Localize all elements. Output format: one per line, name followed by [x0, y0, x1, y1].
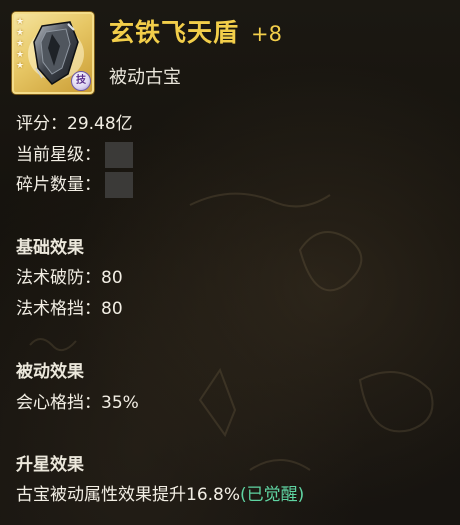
- passive-effects-heading: 被动效果: [16, 362, 84, 382]
- star-icon: ★: [16, 39, 25, 49]
- basic-effects-heading: 基础效果: [16, 238, 84, 258]
- awakened-status: (已觉醒): [240, 485, 305, 505]
- star-icon: ★: [16, 17, 25, 27]
- score-line: 评分： 29.48亿: [16, 112, 133, 136]
- effect-label: 会心格挡：: [16, 393, 101, 413]
- basic-effect-row: 法术破防： 80: [16, 266, 123, 290]
- fragments-line: 碎片数量：: [16, 172, 133, 198]
- item-name: 玄铁飞天盾: [109, 18, 240, 47]
- basic-effect-row: 法术格挡： 80: [16, 297, 123, 321]
- star-level-line: 当前星级：: [16, 142, 133, 168]
- star-level-label: 当前星级：: [16, 145, 101, 165]
- skill-badge: 技: [71, 71, 91, 91]
- star-icon: ★: [16, 61, 25, 71]
- star-icon: ★: [16, 50, 25, 60]
- item-tooltip-panel: ★ ★ ★ ★ ★ 技 玄铁飞天盾 +8 被动古宝 评分： 29.48亿 当前星…: [0, 0, 460, 525]
- effect-value: 80: [101, 268, 123, 288]
- effect-label: 法术格挡：: [16, 299, 101, 319]
- item-icon-frame[interactable]: ★ ★ ★ ★ ★ 技: [12, 12, 94, 94]
- score-value: 29.48亿: [67, 114, 133, 134]
- star-rating: ★ ★ ★ ★ ★: [16, 17, 24, 71]
- effect-value: 80: [101, 299, 123, 319]
- star-icon: ★: [16, 28, 25, 38]
- star-up-effect-text: 古宝被动属性效果提升16.8%: [16, 485, 241, 505]
- item-title-row: 玄铁飞天盾 +8: [109, 13, 282, 49]
- score-label: 评分：: [16, 114, 67, 134]
- item-type: 被动古宝: [109, 67, 181, 88]
- effect-label: 法术破防：: [16, 268, 101, 288]
- star-level-hidden: [105, 142, 133, 168]
- fragments-label: 碎片数量：: [16, 175, 101, 195]
- effect-value: 35%: [101, 393, 139, 413]
- passive-effect-row: 会心格挡： 35%: [16, 391, 139, 415]
- item-enhance-level: +8: [251, 22, 282, 46]
- fragments-hidden: [105, 172, 133, 198]
- star-up-effect-row: 古宝被动属性效果提升16.8% (已觉醒): [16, 483, 304, 507]
- star-up-effects-heading: 升星效果: [16, 455, 84, 475]
